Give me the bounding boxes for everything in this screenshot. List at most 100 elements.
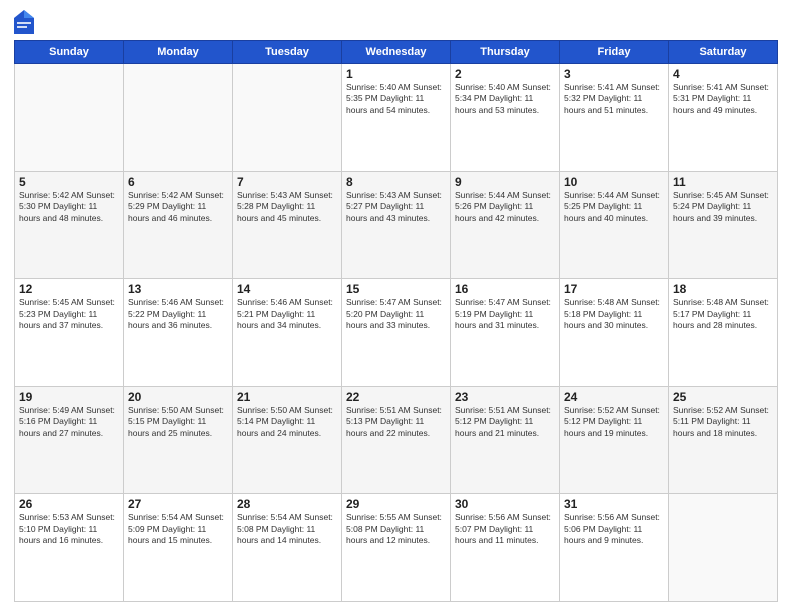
- day-number: 21: [237, 390, 337, 404]
- day-number: 8: [346, 175, 446, 189]
- day-number: 13: [128, 282, 228, 296]
- day-info: Sunrise: 5:51 AM Sunset: 5:12 PM Dayligh…: [455, 405, 555, 439]
- day-info: Sunrise: 5:54 AM Sunset: 5:08 PM Dayligh…: [237, 512, 337, 546]
- day-number: 29: [346, 497, 446, 511]
- day-number: 12: [19, 282, 119, 296]
- calendar-cell: 19Sunrise: 5:49 AM Sunset: 5:16 PM Dayli…: [15, 386, 124, 494]
- weekday-header: Wednesday: [342, 41, 451, 64]
- calendar-cell: 20Sunrise: 5:50 AM Sunset: 5:15 PM Dayli…: [124, 386, 233, 494]
- day-number: 15: [346, 282, 446, 296]
- day-info: Sunrise: 5:51 AM Sunset: 5:13 PM Dayligh…: [346, 405, 446, 439]
- day-info: Sunrise: 5:47 AM Sunset: 5:20 PM Dayligh…: [346, 297, 446, 331]
- day-number: 4: [673, 67, 773, 81]
- weekday-header: Monday: [124, 41, 233, 64]
- calendar-cell: 8Sunrise: 5:43 AM Sunset: 5:27 PM Daylig…: [342, 171, 451, 279]
- day-info: Sunrise: 5:48 AM Sunset: 5:18 PM Dayligh…: [564, 297, 664, 331]
- day-number: 10: [564, 175, 664, 189]
- day-info: Sunrise: 5:40 AM Sunset: 5:35 PM Dayligh…: [346, 82, 446, 116]
- weekday-header: Sunday: [15, 41, 124, 64]
- calendar-cell: [15, 64, 124, 172]
- logo-icon: [14, 10, 34, 34]
- calendar-cell: [124, 64, 233, 172]
- calendar-cell: 13Sunrise: 5:46 AM Sunset: 5:22 PM Dayli…: [124, 279, 233, 387]
- calendar-cell: 3Sunrise: 5:41 AM Sunset: 5:32 PM Daylig…: [560, 64, 669, 172]
- calendar-cell: 18Sunrise: 5:48 AM Sunset: 5:17 PM Dayli…: [669, 279, 778, 387]
- day-info: Sunrise: 5:50 AM Sunset: 5:15 PM Dayligh…: [128, 405, 228, 439]
- day-info: Sunrise: 5:49 AM Sunset: 5:16 PM Dayligh…: [19, 405, 119, 439]
- day-info: Sunrise: 5:55 AM Sunset: 5:08 PM Dayligh…: [346, 512, 446, 546]
- day-info: Sunrise: 5:50 AM Sunset: 5:14 PM Dayligh…: [237, 405, 337, 439]
- day-info: Sunrise: 5:43 AM Sunset: 5:27 PM Dayligh…: [346, 190, 446, 224]
- calendar-week-row: 19Sunrise: 5:49 AM Sunset: 5:16 PM Dayli…: [15, 386, 778, 494]
- page: SundayMondayTuesdayWednesdayThursdayFrid…: [0, 0, 792, 612]
- calendar-cell: 11Sunrise: 5:45 AM Sunset: 5:24 PM Dayli…: [669, 171, 778, 279]
- day-info: Sunrise: 5:45 AM Sunset: 5:24 PM Dayligh…: [673, 190, 773, 224]
- day-info: Sunrise: 5:42 AM Sunset: 5:30 PM Dayligh…: [19, 190, 119, 224]
- day-number: 9: [455, 175, 555, 189]
- calendar-cell: 1Sunrise: 5:40 AM Sunset: 5:35 PM Daylig…: [342, 64, 451, 172]
- day-number: 30: [455, 497, 555, 511]
- day-info: Sunrise: 5:40 AM Sunset: 5:34 PM Dayligh…: [455, 82, 555, 116]
- day-info: Sunrise: 5:42 AM Sunset: 5:29 PM Dayligh…: [128, 190, 228, 224]
- day-info: Sunrise: 5:48 AM Sunset: 5:17 PM Dayligh…: [673, 297, 773, 331]
- day-number: 11: [673, 175, 773, 189]
- day-info: Sunrise: 5:53 AM Sunset: 5:10 PM Dayligh…: [19, 512, 119, 546]
- day-number: 1: [346, 67, 446, 81]
- day-number: 22: [346, 390, 446, 404]
- day-number: 24: [564, 390, 664, 404]
- calendar-cell: [233, 64, 342, 172]
- calendar-cell: 29Sunrise: 5:55 AM Sunset: 5:08 PM Dayli…: [342, 494, 451, 602]
- weekday-header: Friday: [560, 41, 669, 64]
- day-number: 31: [564, 497, 664, 511]
- calendar-cell: 22Sunrise: 5:51 AM Sunset: 5:13 PM Dayli…: [342, 386, 451, 494]
- calendar-cell: 10Sunrise: 5:44 AM Sunset: 5:25 PM Dayli…: [560, 171, 669, 279]
- calendar-cell: 21Sunrise: 5:50 AM Sunset: 5:14 PM Dayli…: [233, 386, 342, 494]
- day-number: 17: [564, 282, 664, 296]
- day-info: Sunrise: 5:56 AM Sunset: 5:06 PM Dayligh…: [564, 512, 664, 546]
- day-info: Sunrise: 5:52 AM Sunset: 5:11 PM Dayligh…: [673, 405, 773, 439]
- weekday-row: SundayMondayTuesdayWednesdayThursdayFrid…: [15, 41, 778, 64]
- day-info: Sunrise: 5:47 AM Sunset: 5:19 PM Dayligh…: [455, 297, 555, 331]
- day-info: Sunrise: 5:44 AM Sunset: 5:25 PM Dayligh…: [564, 190, 664, 224]
- day-number: 25: [673, 390, 773, 404]
- day-number: 19: [19, 390, 119, 404]
- calendar-cell: 9Sunrise: 5:44 AM Sunset: 5:26 PM Daylig…: [451, 171, 560, 279]
- day-info: Sunrise: 5:46 AM Sunset: 5:22 PM Dayligh…: [128, 297, 228, 331]
- weekday-header: Saturday: [669, 41, 778, 64]
- calendar-body: 1Sunrise: 5:40 AM Sunset: 5:35 PM Daylig…: [15, 64, 778, 602]
- day-info: Sunrise: 5:41 AM Sunset: 5:31 PM Dayligh…: [673, 82, 773, 116]
- calendar-cell: 28Sunrise: 5:54 AM Sunset: 5:08 PM Dayli…: [233, 494, 342, 602]
- day-info: Sunrise: 5:41 AM Sunset: 5:32 PM Dayligh…: [564, 82, 664, 116]
- calendar-cell: 23Sunrise: 5:51 AM Sunset: 5:12 PM Dayli…: [451, 386, 560, 494]
- day-number: 27: [128, 497, 228, 511]
- calendar-cell: 25Sunrise: 5:52 AM Sunset: 5:11 PM Dayli…: [669, 386, 778, 494]
- weekday-header: Tuesday: [233, 41, 342, 64]
- day-number: 20: [128, 390, 228, 404]
- calendar-week-row: 5Sunrise: 5:42 AM Sunset: 5:30 PM Daylig…: [15, 171, 778, 279]
- day-number: 23: [455, 390, 555, 404]
- day-info: Sunrise: 5:45 AM Sunset: 5:23 PM Dayligh…: [19, 297, 119, 331]
- calendar-table: SundayMondayTuesdayWednesdayThursdayFrid…: [14, 40, 778, 602]
- calendar-cell: 2Sunrise: 5:40 AM Sunset: 5:34 PM Daylig…: [451, 64, 560, 172]
- calendar-week-row: 26Sunrise: 5:53 AM Sunset: 5:10 PM Dayli…: [15, 494, 778, 602]
- day-number: 28: [237, 497, 337, 511]
- calendar-cell: 14Sunrise: 5:46 AM Sunset: 5:21 PM Dayli…: [233, 279, 342, 387]
- calendar-cell: 27Sunrise: 5:54 AM Sunset: 5:09 PM Dayli…: [124, 494, 233, 602]
- calendar-cell: 7Sunrise: 5:43 AM Sunset: 5:28 PM Daylig…: [233, 171, 342, 279]
- calendar-cell: 16Sunrise: 5:47 AM Sunset: 5:19 PM Dayli…: [451, 279, 560, 387]
- calendar-cell: 31Sunrise: 5:56 AM Sunset: 5:06 PM Dayli…: [560, 494, 669, 602]
- day-info: Sunrise: 5:46 AM Sunset: 5:21 PM Dayligh…: [237, 297, 337, 331]
- day-number: 14: [237, 282, 337, 296]
- day-info: Sunrise: 5:54 AM Sunset: 5:09 PM Dayligh…: [128, 512, 228, 546]
- calendar-cell: 24Sunrise: 5:52 AM Sunset: 5:12 PM Dayli…: [560, 386, 669, 494]
- day-number: 26: [19, 497, 119, 511]
- day-number: 3: [564, 67, 664, 81]
- day-info: Sunrise: 5:56 AM Sunset: 5:07 PM Dayligh…: [455, 512, 555, 546]
- calendar-cell: 5Sunrise: 5:42 AM Sunset: 5:30 PM Daylig…: [15, 171, 124, 279]
- day-info: Sunrise: 5:43 AM Sunset: 5:28 PM Dayligh…: [237, 190, 337, 224]
- calendar-week-row: 12Sunrise: 5:45 AM Sunset: 5:23 PM Dayli…: [15, 279, 778, 387]
- calendar-header: SundayMondayTuesdayWednesdayThursdayFrid…: [15, 41, 778, 64]
- day-number: 6: [128, 175, 228, 189]
- calendar-cell: 4Sunrise: 5:41 AM Sunset: 5:31 PM Daylig…: [669, 64, 778, 172]
- calendar-cell: [669, 494, 778, 602]
